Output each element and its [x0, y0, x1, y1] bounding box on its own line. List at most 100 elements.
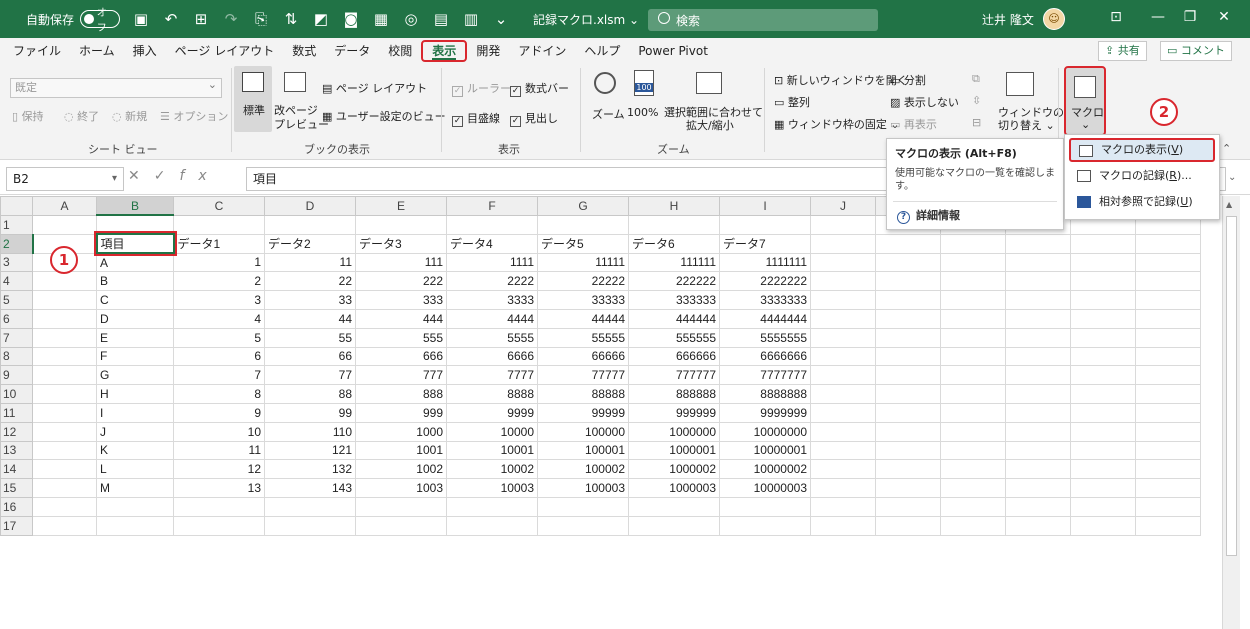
- cell[interactable]: 888888: [628, 384, 720, 404]
- cell[interactable]: [355, 214, 447, 235]
- cell[interactable]: データ3: [355, 233, 447, 254]
- page-layout-button[interactable]: ▤ ページ レイアウト: [322, 80, 427, 96]
- cell[interactable]: 22222: [537, 271, 629, 292]
- cell[interactable]: 333: [355, 290, 447, 310]
- user-name[interactable]: 辻井 隆文: [982, 11, 1034, 28]
- cell[interactable]: [1070, 271, 1136, 292]
- sync-scroll-icon[interactable]: ⇳: [972, 94, 981, 107]
- cell[interactable]: [32, 365, 97, 386]
- cell[interactable]: [875, 271, 941, 292]
- cell[interactable]: [1070, 478, 1136, 498]
- cell[interactable]: [96, 214, 174, 235]
- cell[interactable]: 555555: [628, 327, 720, 348]
- arrange-button[interactable]: ▭ 整列: [774, 94, 810, 110]
- cell[interactable]: [810, 459, 876, 480]
- cell[interactable]: 5555555: [719, 327, 811, 348]
- row-header[interactable]: 6: [0, 308, 33, 329]
- row-header[interactable]: 4: [0, 271, 33, 292]
- cell[interactable]: [1070, 308, 1136, 329]
- cell[interactable]: 1111: [446, 252, 538, 273]
- column-header[interactable]: E: [355, 196, 447, 216]
- cell[interactable]: 777: [355, 365, 447, 386]
- avatar[interactable]: ☺: [1043, 8, 1065, 30]
- cell[interactable]: [810, 308, 876, 329]
- more-info-link[interactable]: ? 詳細情報: [897, 207, 960, 224]
- cell[interactable]: [32, 496, 97, 517]
- cell[interactable]: [1135, 327, 1201, 348]
- row-header[interactable]: 10: [0, 384, 33, 404]
- customize-qat-icon[interactable]: ⌄: [492, 10, 510, 28]
- cell[interactable]: [32, 402, 97, 423]
- cell[interactable]: [1135, 459, 1201, 480]
- cell[interactable]: 11: [173, 440, 265, 461]
- cell[interactable]: [940, 271, 1006, 292]
- cell[interactable]: [32, 440, 97, 461]
- cancel-icon[interactable]: ✕: [128, 168, 154, 184]
- cell[interactable]: [1070, 421, 1136, 442]
- cell[interactable]: [628, 214, 720, 235]
- search-box[interactable]: 検索: [648, 9, 878, 31]
- column-header[interactable]: J: [810, 196, 876, 216]
- cell[interactable]: 10000001: [719, 440, 811, 461]
- cell[interactable]: [446, 515, 538, 536]
- sort-icon[interactable]: ⇅: [282, 10, 300, 28]
- unhide-button[interactable]: ▭ 再表示: [890, 116, 937, 132]
- cell[interactable]: [940, 252, 1006, 273]
- cell[interactable]: 33: [264, 290, 356, 310]
- cell[interactable]: 1000003: [628, 478, 720, 498]
- cell[interactable]: 22: [264, 271, 356, 292]
- cell[interactable]: [875, 365, 941, 386]
- cell[interactable]: [810, 478, 876, 498]
- cell[interactable]: [1005, 496, 1071, 517]
- minimize-button[interactable]: —: [1148, 9, 1168, 25]
- cell[interactable]: 1111111: [719, 252, 811, 273]
- cell[interactable]: 100001: [537, 440, 629, 461]
- cell[interactable]: [875, 440, 941, 461]
- cell[interactable]: [875, 252, 941, 273]
- enter-icon[interactable]: ✓: [154, 168, 180, 184]
- cell[interactable]: 111111: [628, 252, 720, 273]
- cell[interactable]: 3333333: [719, 290, 811, 310]
- cell[interactable]: [1135, 233, 1201, 254]
- cell[interactable]: [940, 459, 1006, 480]
- tab-data[interactable]: データ: [325, 40, 379, 62]
- cell[interactable]: [1135, 384, 1201, 404]
- cell[interactable]: 333333: [628, 290, 720, 310]
- cell[interactable]: [940, 233, 1006, 254]
- cell[interactable]: [1005, 290, 1071, 310]
- cell[interactable]: [355, 496, 447, 517]
- cell[interactable]: [32, 214, 97, 235]
- tab-review[interactable]: 校閲: [379, 40, 421, 62]
- cell[interactable]: 110: [264, 421, 356, 442]
- cell[interactable]: データ6: [628, 233, 720, 254]
- cell[interactable]: [1135, 346, 1201, 367]
- cell[interactable]: [32, 384, 97, 404]
- cell[interactable]: E: [96, 327, 174, 348]
- cell[interactable]: [1005, 271, 1071, 292]
- cell[interactable]: 3: [173, 290, 265, 310]
- cell[interactable]: [537, 496, 629, 517]
- cell[interactable]: 888: [355, 384, 447, 404]
- cell[interactable]: 2: [173, 271, 265, 292]
- cell[interactable]: [264, 214, 356, 235]
- cell[interactable]: [810, 290, 876, 310]
- row-header[interactable]: 15: [0, 478, 33, 498]
- cell[interactable]: 44444: [537, 308, 629, 329]
- cell[interactable]: 666666: [628, 346, 720, 367]
- cell[interactable]: [1070, 515, 1136, 536]
- cell[interactable]: [719, 496, 811, 517]
- cell[interactable]: 99999: [537, 402, 629, 423]
- restore-button[interactable]: ❐: [1180, 9, 1200, 25]
- cell[interactable]: 66: [264, 346, 356, 367]
- cell[interactable]: [719, 214, 811, 235]
- cell[interactable]: 6: [173, 346, 265, 367]
- cell[interactable]: [940, 421, 1006, 442]
- cell[interactable]: [875, 496, 941, 517]
- cell[interactable]: [940, 365, 1006, 386]
- cell[interactable]: [1005, 384, 1071, 404]
- cell[interactable]: [810, 346, 876, 367]
- switch-windows-label-2[interactable]: 切り替え ⌄: [998, 117, 1055, 133]
- cell[interactable]: [940, 440, 1006, 461]
- cell[interactable]: データ1: [173, 233, 265, 254]
- cell[interactable]: [940, 308, 1006, 329]
